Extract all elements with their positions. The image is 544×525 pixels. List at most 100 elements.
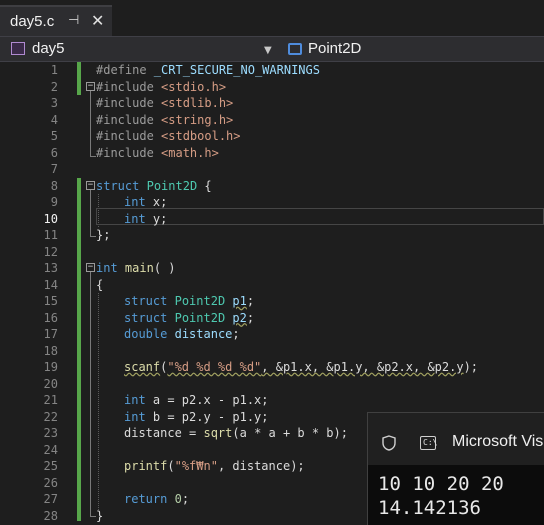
include-header: <stdio.h> <box>161 79 227 94</box>
line-number: 4 <box>50 112 58 127</box>
code-text: ; <box>232 327 240 341</box>
line-number: 26 <box>43 475 58 490</box>
document-tab-strip: day5.c ⊣ ✕ <box>0 0 544 36</box>
code-text: ( ) <box>153 261 176 275</box>
outline-line <box>90 272 91 516</box>
code-text: }; <box>96 228 111 242</box>
line-number: 22 <box>43 409 58 424</box>
collapse-icon[interactable]: − <box>86 82 95 91</box>
preprocessor-directive: #include <box>96 112 162 127</box>
line-number: 20 <box>43 376 58 391</box>
line-number: 1 <box>50 63 58 77</box>
keyword: return <box>124 492 168 506</box>
line-number: 23 <box>43 426 58 440</box>
keyword: int <box>96 261 118 275</box>
function-name: printf <box>124 459 168 473</box>
console-output-line: 10 10 20 20 <box>378 473 504 495</box>
code-text: ; <box>246 310 255 325</box>
code-text: { <box>96 277 104 292</box>
shield-icon <box>382 435 396 451</box>
line-number: 11 <box>43 228 58 242</box>
project-icon <box>11 42 25 55</box>
outline-line <box>90 91 91 156</box>
line-number: 10 <box>43 211 58 226</box>
line-number: 15 <box>43 294 58 308</box>
console-title-bar[interactable]: C:\ Microsoft Visu <box>368 413 544 465</box>
keyword: double <box>124 327 168 341</box>
code-text: ; <box>181 492 190 506</box>
line-number: 6 <box>50 145 58 160</box>
outline-line <box>90 190 91 236</box>
keyword: int <box>124 393 146 407</box>
include-header: <string.h> <box>161 112 234 127</box>
code-text: } <box>96 508 104 523</box>
code-text: distance = <box>124 426 204 440</box>
line-number: 8 <box>50 178 58 193</box>
console-app-icon: C:\ <box>420 436 437 450</box>
line-number: 7 <box>50 162 58 176</box>
keyword: struct <box>124 310 168 325</box>
line-number: 19 <box>43 360 58 374</box>
number-literal: 0 <box>174 492 182 506</box>
include-header: <math.h> <box>161 145 219 160</box>
debug-console-window[interactable]: C:\ Microsoft Visu 10 10 20 20 14.142136 <box>367 412 544 525</box>
line-number: 21 <box>43 393 58 407</box>
chevron-down-icon: ▼ <box>264 45 272 56</box>
function-name: sqrt <box>203 426 233 440</box>
indent-guide <box>98 293 99 510</box>
code-text: ); <box>463 360 479 374</box>
line-number: 27 <box>43 492 58 506</box>
variable: distance <box>174 327 233 341</box>
line-number: 18 <box>43 343 58 358</box>
code-text: ; <box>246 294 255 308</box>
line-number: 28 <box>43 508 58 523</box>
include-header: <stdlib.h> <box>161 96 234 110</box>
string-literal: "%d %d %d %d" <box>167 360 262 374</box>
code-text: b = p2.y - p1.y; <box>145 409 269 424</box>
tab-title: day5.c <box>10 13 55 30</box>
collapse-icon[interactable]: − <box>86 181 95 190</box>
line-number: 14 <box>43 277 58 292</box>
member-scope-dropdown[interactable]: Point2D <box>284 39 544 60</box>
type-name: Point2D <box>174 310 226 325</box>
console-output-line: 14.142136 <box>378 497 481 519</box>
code-text: y; <box>145 211 168 226</box>
string-literal: "%f₩n" <box>174 459 218 473</box>
line-number: 24 <box>43 442 58 457</box>
keyword: int <box>124 195 146 209</box>
line-number: 16 <box>43 310 58 325</box>
tab-day5-c[interactable]: day5.c ⊣ ✕ <box>0 5 112 36</box>
type-name: Point2D <box>146 178 198 193</box>
code-text: , &p1.x, &p1.y, &p2.x, &p2.y <box>261 360 464 374</box>
file-scope-dropdown[interactable]: day5 ▼ <box>8 39 280 60</box>
variable: p2 <box>232 310 247 325</box>
macro-name: _CRT_SECURE_NO_WARNINGS <box>153 63 320 77</box>
line-number: 12 <box>43 244 58 259</box>
preprocessor-directive: #include <box>96 129 162 143</box>
close-icon[interactable]: ✕ <box>91 11 104 30</box>
keyword: struct <box>96 178 140 193</box>
change-bar <box>77 62 81 95</box>
code-text: { <box>197 178 212 193</box>
member-scope-label: Point2D <box>308 40 362 57</box>
keyword: int <box>124 211 146 226</box>
type-name: Point2D <box>174 294 226 308</box>
preprocessor-directive: #define <box>96 63 154 77</box>
line-number: 9 <box>50 195 58 209</box>
code-text: ( <box>167 459 175 473</box>
code-text: (a * a + b * b); <box>232 426 348 440</box>
line-number: 2 <box>50 79 58 94</box>
preprocessor-directive: #include <box>96 79 162 94</box>
keyword: struct <box>124 294 168 308</box>
preprocessor-directive: #include <box>96 96 162 110</box>
line-number: 5 <box>50 129 58 143</box>
code-text: a = p2.x - p1.x; <box>145 393 269 407</box>
function-name: scanf <box>124 360 161 374</box>
variable: p1 <box>232 294 247 308</box>
line-number: 13 <box>43 261 58 275</box>
collapse-icon[interactable]: − <box>86 263 95 272</box>
console-title: Microsoft Visu <box>452 433 544 450</box>
line-number: 25 <box>43 459 58 473</box>
pin-icon[interactable]: ⊣ <box>68 13 79 28</box>
